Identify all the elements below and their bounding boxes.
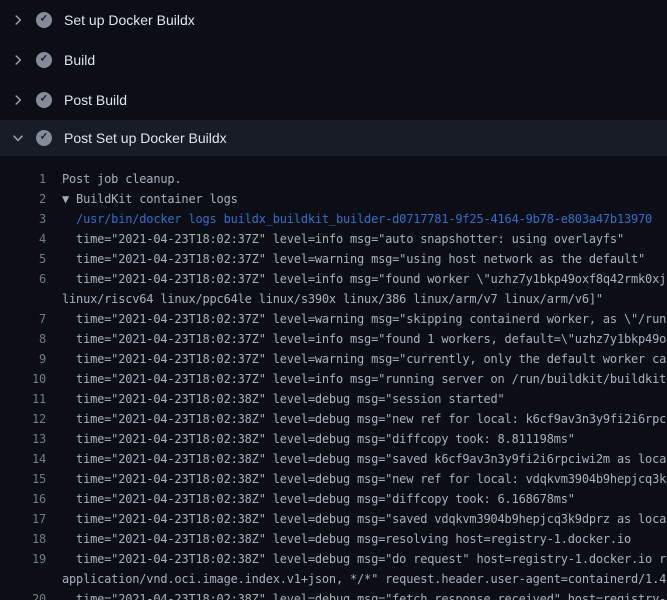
- chevron-down-icon: [12, 132, 24, 144]
- log-line-text: Post job cleanup.: [46, 169, 667, 189]
- log-line-text: time="2021-04-23T18:02:38Z" level=debug …: [46, 529, 667, 549]
- log-line-number[interactable]: 3: [0, 209, 46, 229]
- log-line-text: time="2021-04-23T18:02:37Z" level=info m…: [46, 269, 667, 289]
- log-line-text: time="2021-04-23T18:02:37Z" level=warnin…: [46, 349, 667, 369]
- log-line-number[interactable]: 16: [0, 489, 46, 509]
- log-line-text: time="2021-04-23T18:02:38Z" level=debug …: [46, 469, 667, 489]
- chevron-right-icon: [12, 54, 24, 66]
- log-line-number[interactable]: 15: [0, 469, 46, 489]
- log-line-number[interactable]: 2: [0, 189, 46, 209]
- step-row-set-up-docker-buildx[interactable]: ✓ Set up Docker Buildx: [0, 0, 667, 40]
- log-line-number[interactable]: 18: [0, 529, 46, 549]
- log-line-text: time="2021-04-23T18:02:38Z" level=debug …: [46, 489, 667, 509]
- log-viewer: 1 Post job cleanup. 2 ▼ BuildKit contain…: [0, 156, 667, 600]
- chevron-right-icon: [12, 14, 24, 26]
- step-label: Build: [64, 52, 95, 68]
- log-line-number[interactable]: 5: [0, 249, 46, 269]
- log-row: linux/riscv64 linux/ppc64le linux/s390x …: [0, 289, 667, 309]
- log-row: 12 time="2021-04-23T18:02:38Z" level=deb…: [0, 409, 667, 429]
- log-row: 10 time="2021-04-23T18:02:37Z" level=inf…: [0, 369, 667, 389]
- log-line-number[interactable]: 4: [0, 229, 46, 249]
- step-row-post-set-up-docker-buildx[interactable]: ✓ Post Set up Docker Buildx: [0, 120, 667, 156]
- log-line-number[interactable]: 1: [0, 169, 46, 189]
- steps-list: ✓ Set up Docker Buildx ✓ Build ✓ Post Bu…: [0, 0, 667, 156]
- step-row-post-build[interactable]: ✓ Post Build: [0, 80, 667, 120]
- log-row: 5 time="2021-04-23T18:02:37Z" level=warn…: [0, 249, 667, 269]
- log-line-text: time="2021-04-23T18:02:38Z" level=debug …: [46, 409, 667, 429]
- check-circle-icon: ✓: [36, 130, 52, 146]
- log-row: 17 time="2021-04-23T18:02:38Z" level=deb…: [0, 509, 667, 529]
- step-label: Post Build: [64, 92, 127, 108]
- log-line-number[interactable]: 10: [0, 369, 46, 389]
- check-circle-icon: ✓: [36, 52, 52, 68]
- log-line-text: time="2021-04-23T18:02:38Z" level=debug …: [46, 509, 667, 529]
- log-line-text: time="2021-04-23T18:02:37Z" level=warnin…: [46, 249, 667, 269]
- log-row: 18 time="2021-04-23T18:02:38Z" level=deb…: [0, 529, 667, 549]
- log-line-number[interactable]: 12: [0, 409, 46, 429]
- chevron-right-icon: [12, 94, 24, 106]
- log-line-number[interactable]: 9: [0, 349, 46, 369]
- log-row: 9 time="2021-04-23T18:02:37Z" level=warn…: [0, 349, 667, 369]
- log-row: 7 time="2021-04-23T18:02:37Z" level=warn…: [0, 309, 667, 329]
- log-line-number[interactable]: 7: [0, 309, 46, 329]
- log-row: 11 time="2021-04-23T18:02:38Z" level=deb…: [0, 389, 667, 409]
- log-line-number[interactable]: 17: [0, 509, 46, 529]
- check-circle-icon: ✓: [36, 92, 52, 108]
- log-row: 6 time="2021-04-23T18:02:37Z" level=info…: [0, 269, 667, 289]
- log-line-number[interactable]: 14: [0, 449, 46, 469]
- log-row: 4 time="2021-04-23T18:02:37Z" level=info…: [0, 229, 667, 249]
- log-line-text: ▼ BuildKit container logs: [46, 189, 667, 209]
- log-line-text: time="2021-04-23T18:02:38Z" level=debug …: [46, 549, 667, 569]
- log-row: 3 /usr/bin/docker logs buildx_buildkit_b…: [0, 209, 667, 229]
- log-line-number[interactable]: 11: [0, 389, 46, 409]
- log-row: 13 time="2021-04-23T18:02:38Z" level=deb…: [0, 429, 667, 449]
- log-line-text: time="2021-04-23T18:02:37Z" level=warnin…: [46, 309, 667, 329]
- log-row: 16 time="2021-04-23T18:02:38Z" level=deb…: [0, 489, 667, 509]
- log-line-number[interactable]: 19: [0, 549, 46, 569]
- log-line-number[interactable]: 8: [0, 329, 46, 349]
- log-line-text: time="2021-04-23T18:02:38Z" level=debug …: [46, 449, 667, 469]
- log-line-number[interactable]: 20: [0, 589, 46, 600]
- step-label: Set up Docker Buildx: [64, 12, 195, 28]
- log-row: 19 time="2021-04-23T18:02:38Z" level=deb…: [0, 549, 667, 569]
- log-row: 1 Post job cleanup.: [0, 169, 667, 189]
- log-line-text: /usr/bin/docker logs buildx_buildkit_bui…: [46, 209, 667, 229]
- log-line-text: time="2021-04-23T18:02:38Z" level=debug …: [46, 389, 667, 409]
- log-line-text: linux/riscv64 linux/ppc64le linux/s390x …: [46, 289, 667, 309]
- log-row: 15 time="2021-04-23T18:02:38Z" level=deb…: [0, 469, 667, 489]
- step-label: Post Set up Docker Buildx: [64, 130, 227, 146]
- log-line-number[interactable]: 6: [0, 269, 46, 289]
- log-line-text: application/vnd.oci.image.index.v1+json,…: [46, 569, 667, 589]
- log-row: application/vnd.oci.image.index.v1+json,…: [0, 569, 667, 589]
- log-group-toggle[interactable]: 2 ▼ BuildKit container logs: [0, 189, 667, 209]
- step-row-build[interactable]: ✓ Build: [0, 40, 667, 80]
- log-line-number: [0, 569, 46, 589]
- log-line-number: [0, 289, 46, 309]
- log-row: 8 time="2021-04-23T18:02:37Z" level=info…: [0, 329, 667, 349]
- log-line-text: time="2021-04-23T18:02:38Z" level=debug …: [46, 429, 667, 449]
- log-line-text: time="2021-04-23T18:02:38Z" level=debug …: [46, 589, 667, 600]
- check-circle-icon: ✓: [36, 12, 52, 28]
- log-line-text: time="2021-04-23T18:02:37Z" level=info m…: [46, 329, 667, 349]
- log-row: 14 time="2021-04-23T18:02:38Z" level=deb…: [0, 449, 667, 469]
- log-line-text: time="2021-04-23T18:02:37Z" level=info m…: [46, 229, 667, 249]
- log-line-text: time="2021-04-23T18:02:37Z" level=info m…: [46, 369, 667, 389]
- log-line-number[interactable]: 13: [0, 429, 46, 449]
- log-row: 20 time="2021-04-23T18:02:38Z" level=deb…: [0, 589, 667, 600]
